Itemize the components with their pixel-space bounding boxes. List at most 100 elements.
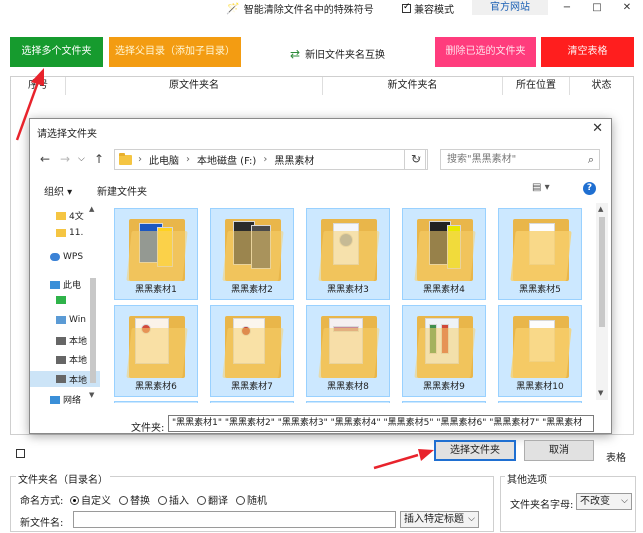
nav-item-local-disk-1[interactable]: 本地 [56, 334, 87, 347]
maximize-button[interactable]: □ [587, 0, 607, 15]
nav-item-label: 本地 [69, 337, 88, 347]
nav-item-label: 网络 [63, 396, 82, 406]
refresh-button[interactable]: ↻ [404, 149, 428, 170]
folder-tile-4[interactable]: 黑黑素材4 [402, 208, 486, 300]
naming-mode-radios: 自定义 替换 插入 翻译 随机 [70, 492, 267, 507]
folder-label: 黑黑素材3 [327, 285, 369, 295]
folder-tile-3[interactable]: 黑黑素材3 [306, 208, 390, 300]
folder-tile-7[interactable]: 黑黑素材7 [210, 305, 294, 397]
nav-item-label: 本地 [69, 356, 88, 366]
folder-tile-partial[interactable] [210, 401, 294, 403]
new-name-input[interactable] [73, 511, 396, 528]
radio-random[interactable]: 随机 [236, 492, 267, 507]
col-header-index[interactable]: 序号 [11, 77, 66, 95]
compat-mode-label: 兼容模式 [414, 5, 454, 16]
forward-arrow-icon[interactable]: → [60, 152, 70, 166]
network-icon [50, 395, 60, 404]
option-checkbox[interactable] [16, 449, 25, 458]
help-icon[interactable]: ? [583, 182, 596, 195]
folder-icon [56, 211, 66, 220]
radio-dot [119, 496, 128, 505]
folder-tile-6[interactable]: 黑黑素材6 [114, 305, 198, 397]
nav-item-local-disk-2[interactable]: 本地 [56, 353, 87, 366]
delete-selected-button[interactable]: 删除已选的文件夹 [435, 37, 536, 67]
nav-item-app[interactable] [56, 296, 69, 304]
folder-name-input[interactable]: "黑黑素材1" "黑黑素材2" "黑黑素材3" "黑黑素材4" "黑黑素材5" … [168, 415, 594, 432]
radio-replace-label: 替换 [130, 496, 150, 507]
col-header-location[interactable]: 所在位置 [503, 77, 570, 95]
folder-tile-partial[interactable] [114, 401, 198, 403]
insert-title-select[interactable]: 插入特定标题 ⌵ [400, 511, 479, 528]
close-window-button[interactable]: ✕ [617, 0, 637, 15]
folder-tile-5[interactable]: 黑黑素材5 [498, 208, 582, 300]
nav-item-this-pc[interactable]: 此电 [50, 278, 81, 291]
clear-table-button[interactable]: 清空表格 [541, 37, 634, 67]
letter-case-select[interactable]: 不改变 ⌵ [576, 493, 632, 510]
radio-insert[interactable]: 插入 [158, 492, 189, 507]
compat-mode-toggle[interactable]: 兼容模式 [402, 1, 454, 16]
table-option-fragment: 表格 [606, 453, 626, 464]
col-header-status[interactable]: 状态 [570, 77, 633, 95]
back-arrow-icon[interactable]: ← [40, 152, 50, 166]
scroll-down-icon[interactable]: ▼ [598, 389, 603, 397]
official-site-link[interactable]: 官方网站 [472, 0, 548, 15]
cloud-icon [50, 253, 60, 261]
folder-front [126, 231, 188, 281]
scroll-up-icon[interactable]: ▲ [598, 205, 603, 213]
history-dropdown-icon[interactable]: ⌵ [78, 154, 85, 164]
cancel-button[interactable]: 取消 [524, 440, 594, 461]
folder-tile-partial[interactable] [498, 401, 582, 403]
folder-tile-10[interactable]: 黑黑素材10 [498, 305, 582, 397]
minimize-button[interactable]: − [557, 0, 577, 15]
clean-symbols-hint[interactable]: 🪄 智能清除文件名中的特殊符号 [226, 1, 374, 16]
address-bar[interactable]: › 此电脑 › 本地磁盘 (F:) › 黑黑素材 ⌵ [114, 149, 426, 170]
drive-icon [56, 316, 66, 324]
nav-item-windows[interactable]: Win [56, 315, 86, 325]
dialog-close-button[interactable]: ✕ [592, 121, 603, 136]
new-folder-button[interactable]: 新建文件夹 [97, 183, 147, 198]
breadcrumb-drive-f[interactable]: 本地磁盘 (F:) [197, 152, 256, 167]
select-parent-dir-button[interactable]: 选择父目录（添加子目录） [109, 37, 241, 67]
radio-replace[interactable]: 替换 [119, 492, 150, 507]
select-folder-button[interactable]: 选择文件夹 [434, 440, 516, 461]
breadcrumb-current-folder[interactable]: 黑黑素材 [274, 152, 314, 167]
folder-tile-8[interactable]: 黑黑素材8 [306, 305, 390, 397]
scroll-thumb[interactable] [90, 278, 96, 383]
nav-item-label: WPS [63, 252, 84, 262]
nav-pane-scrollbar[interactable]: ▲ ▼ [88, 203, 98, 400]
folder-grid: 黑黑素材1 黑黑素材2 黑黑素材3 黑黑素材4 黑黑素材5 黑黑素材6 黑黑素材… [110, 203, 596, 403]
view-options-icon[interactable]: ▤ ▾ [532, 182, 550, 193]
folder-tile-partial[interactable] [306, 401, 390, 403]
nav-item-folder-11[interactable]: 11. [56, 228, 83, 238]
col-header-original-name[interactable]: 原文件夹名 [66, 77, 323, 95]
nav-item-label: 11. [69, 228, 84, 238]
nav-item-folder-4[interactable]: 4文 [56, 209, 84, 222]
radio-translate[interactable]: 翻译 [197, 492, 228, 507]
command-bar: 组织 ▾ 新建文件夹 ▤ ▾ ? [30, 179, 613, 199]
col-header-new-name[interactable]: 新文件夹名 [323, 77, 503, 95]
nav-item-label: 4文 [69, 212, 84, 222]
folder-icon [119, 152, 132, 165]
folder-label: 黑黑素材9 [423, 382, 465, 392]
radio-dot [158, 496, 167, 505]
folder-tile-partial[interactable] [402, 401, 486, 403]
breadcrumb-this-pc[interactable]: 此电脑 [149, 152, 179, 167]
scroll-up-icon[interactable]: ▲ [89, 205, 94, 213]
nav-item-wps[interactable]: WPS [50, 252, 83, 262]
app-icon [56, 296, 66, 304]
up-arrow-icon[interactable]: ↑ [94, 152, 104, 166]
organize-menu[interactable]: 组织 ▾ [44, 183, 72, 198]
scroll-thumb[interactable] [599, 217, 605, 327]
search-input[interactable]: 搜索"黑黑素材" ⌕ [440, 149, 600, 170]
scroll-down-icon[interactable]: ▼ [89, 391, 94, 399]
compat-mode-checkbox[interactable] [402, 2, 411, 13]
swap-names-button[interactable]: ⇄ 新旧文件夹名互换 [290, 46, 385, 62]
nav-item-network[interactable]: 网络 [50, 393, 81, 406]
folder-tile-9[interactable]: 黑黑素材9 [402, 305, 486, 397]
folder-label: 黑黑素材10 [516, 382, 564, 392]
folder-tile-1[interactable]: 黑黑素材1 [114, 208, 198, 300]
folder-tile-2[interactable]: 黑黑素材2 [210, 208, 294, 300]
select-multiple-folders-button[interactable]: 选择多个文件夹 [10, 37, 103, 67]
folder-grid-scrollbar[interactable]: ▲ ▼ [596, 203, 608, 400]
radio-custom[interactable]: 自定义 [70, 492, 111, 507]
